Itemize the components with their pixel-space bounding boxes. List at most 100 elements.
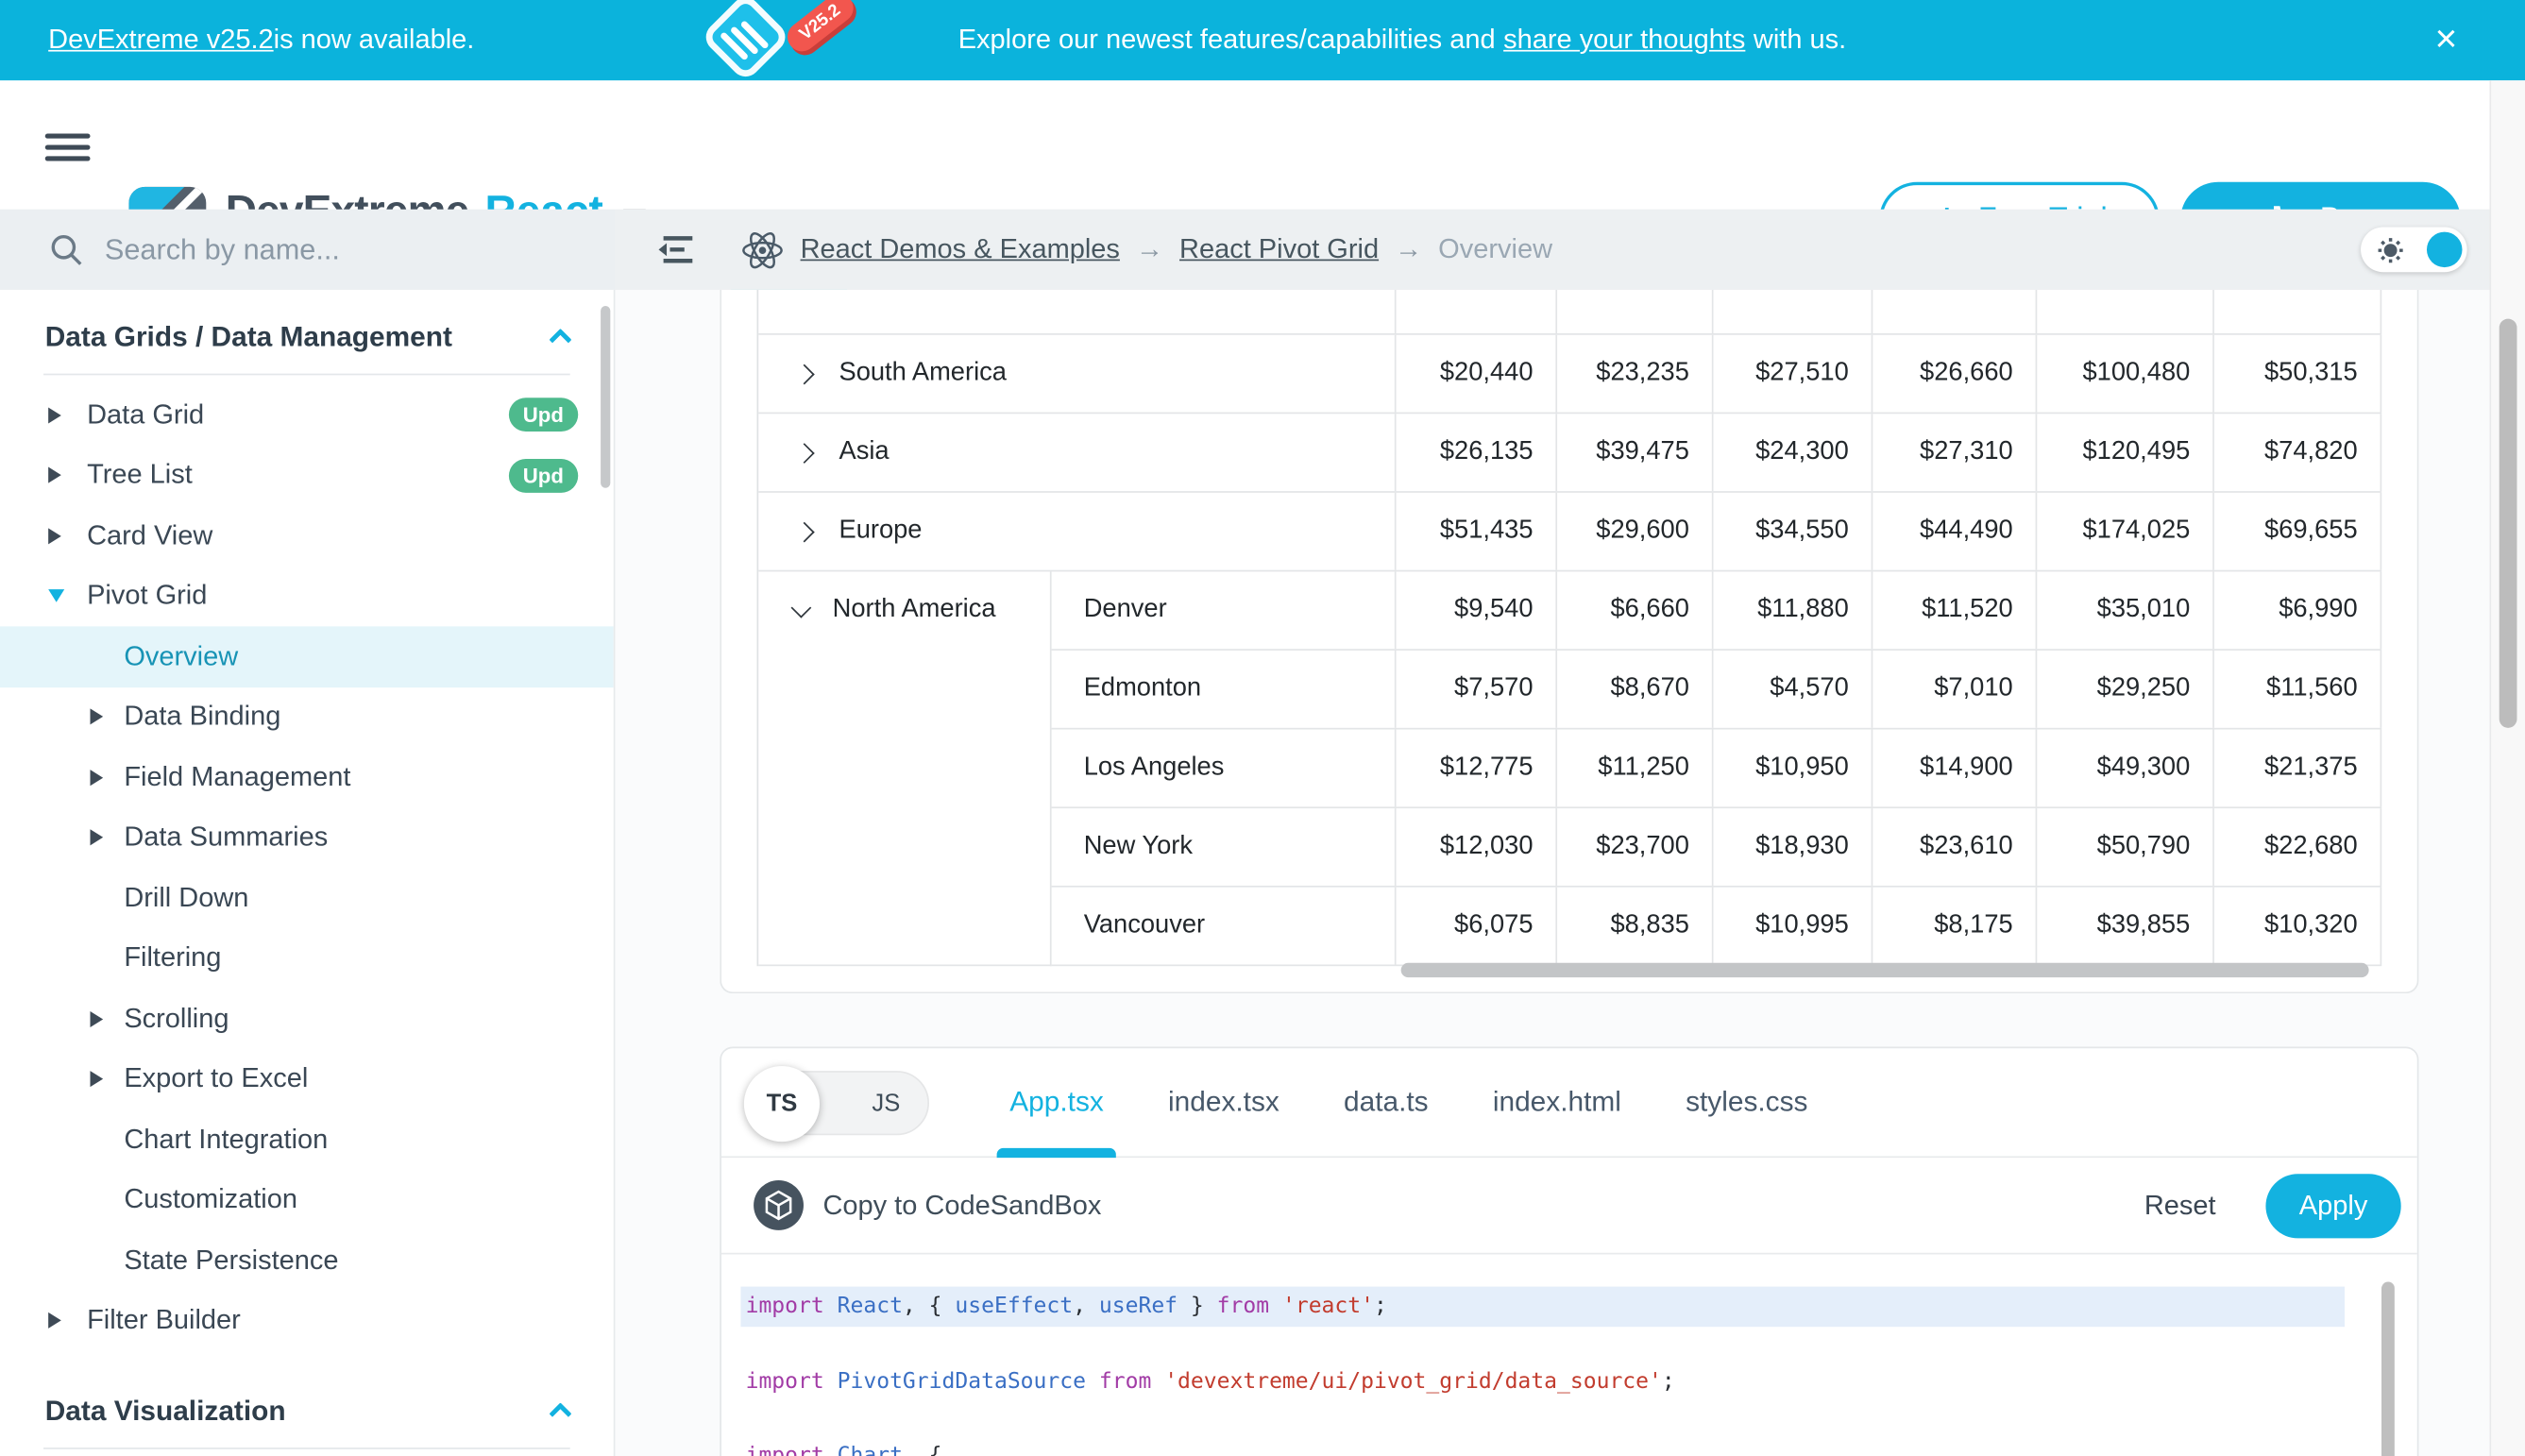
sidebar-item-data-grid[interactable]: Data GridUpd bbox=[0, 385, 614, 446]
code-editor[interactable]: import React, { useEffect, useRef } from… bbox=[721, 1254, 2417, 1456]
code-scrollbar-thumb[interactable] bbox=[2381, 1281, 2395, 1456]
code-token: from bbox=[1217, 1293, 1282, 1318]
banner-version-link[interactable]: DevExtreme v25.2 bbox=[48, 25, 273, 57]
banner-close-icon[interactable]: × bbox=[2434, 0, 2457, 80]
pivot-cell: $39,475 bbox=[1557, 414, 1713, 491]
expand-chevron-icon[interactable] bbox=[794, 442, 815, 463]
pivot-cell bbox=[758, 290, 1396, 333]
code-token: , bbox=[1073, 1293, 1099, 1318]
sidebar-item-chart-integration[interactable]: Chart Integration bbox=[0, 1109, 614, 1170]
collapse-chevron-icon[interactable] bbox=[791, 597, 812, 618]
pivot-row-los-angeles: Los Angeles$12,775$11,250$10,950$14,900$… bbox=[1052, 730, 2382, 809]
copy-to-codesandbox-button[interactable]: Copy to CodeSandBox bbox=[822, 1189, 1101, 1221]
breadcrumb-item-react-pivot-grid[interactable]: React Pivot Grid bbox=[1179, 233, 1379, 265]
codesandbox-icon[interactable] bbox=[754, 1180, 804, 1230]
language-option-ts[interactable]: TS bbox=[744, 1065, 820, 1141]
sidebar-item-tree-list[interactable]: Tree ListUpd bbox=[0, 446, 614, 506]
chevron-up-icon[interactable] bbox=[549, 1402, 571, 1425]
pivot-row-label[interactable]: Europe bbox=[758, 493, 1396, 570]
pivot-row-label[interactable]: Los Angeles bbox=[1052, 730, 1397, 807]
sidebar-item-label: Card View bbox=[87, 519, 212, 551]
sidebar-item-label: Data Summaries bbox=[124, 821, 328, 854]
pivot-cell: $74,820 bbox=[2214, 414, 2381, 491]
horizontal-scrollbar-thumb[interactable] bbox=[1401, 963, 2369, 977]
code-token: import bbox=[746, 1293, 838, 1318]
pivot-row-label[interactable]: South America bbox=[758, 335, 1396, 413]
pivot-cell: $27,310 bbox=[1873, 414, 2037, 491]
pivot-row-label[interactable]: Vancouver bbox=[1052, 888, 1397, 965]
pivot-group-cities: Denver$9,540$6,660$11,880$11,520$35,010$… bbox=[1052, 571, 2382, 966]
theme-toggle[interactable] bbox=[2361, 227, 2467, 272]
sidebar-item-pivot-grid[interactable]: Pivot Grid bbox=[0, 566, 614, 626]
pivot-row-label[interactable]: New York bbox=[1052, 808, 1397, 886]
pivot-cell bbox=[1873, 290, 2037, 333]
theme-toggle-knob[interactable] bbox=[2427, 232, 2463, 268]
sidebar-item-overview[interactable]: Overview bbox=[0, 626, 614, 686]
search-input[interactable] bbox=[105, 232, 539, 266]
sidebar-item-scrolling[interactable]: Scrolling bbox=[0, 989, 614, 1049]
share-your-thoughts-link[interactable]: share your thoughts bbox=[1503, 25, 1745, 57]
language-toggle[interactable]: TS JS bbox=[746, 1070, 929, 1134]
page-scrollbar-thumb[interactable] bbox=[2500, 319, 2517, 728]
hamburger-menu-icon[interactable] bbox=[45, 134, 91, 161]
pivot-row-new-york: New York$12,030$23,700$18,930$23,610$50,… bbox=[1052, 808, 2382, 888]
expand-chevron-icon[interactable] bbox=[794, 364, 815, 384]
code-token: React bbox=[838, 1293, 903, 1318]
region-name: Asia bbox=[839, 438, 889, 467]
apply-button[interactable]: Apply bbox=[2265, 1174, 2400, 1238]
pivot-row-partial bbox=[758, 290, 2381, 335]
file-tab-app-tsx[interactable]: App.tsx bbox=[1009, 1047, 1104, 1157]
sidebar-section-data-grids[interactable]: Data Grids / Data Management bbox=[0, 303, 614, 371]
sidebar-item-data-binding[interactable]: Data Binding bbox=[0, 686, 614, 747]
sidebar-item-card-view[interactable]: Card View bbox=[0, 505, 614, 566]
pivot-cell: $29,600 bbox=[1557, 493, 1713, 570]
chevron-up-icon[interactable] bbox=[549, 329, 571, 351]
file-tab-index-tsx[interactable]: index.tsx bbox=[1168, 1047, 1279, 1157]
triangle-right-icon bbox=[48, 407, 61, 423]
file-tab-styles-css[interactable]: styles.css bbox=[1686, 1047, 1807, 1157]
collapse-sidebar-icon[interactable] bbox=[657, 235, 696, 264]
pivot-cell: $23,610 bbox=[1873, 808, 2037, 886]
sidebar-item-label: Field Management bbox=[124, 761, 350, 793]
sidebar-item-state-persistence[interactable]: State Persistence bbox=[0, 1230, 614, 1291]
sidebar-item-filter-builder[interactable]: Filter Builder bbox=[0, 1291, 614, 1351]
language-option-js[interactable]: JS bbox=[872, 1072, 900, 1136]
pivot-cell: $4,570 bbox=[1714, 651, 1873, 728]
code-line: import Chart, { bbox=[740, 1436, 2345, 1456]
site-header: JS DevExtreme React by DevExpress DemosT… bbox=[0, 80, 2525, 209]
city-name: Los Angeles bbox=[1052, 753, 1225, 783]
file-tab-index-html[interactable]: index.html bbox=[1493, 1047, 1621, 1157]
code-token bbox=[1086, 1369, 1099, 1395]
expand-chevron-icon[interactable] bbox=[794, 521, 815, 542]
banner-logo: V25.2 bbox=[685, 5, 862, 76]
pivot-cell: $18,930 bbox=[1714, 808, 1873, 886]
sidebar-item-field-management[interactable]: Field Management bbox=[0, 747, 614, 807]
sidebar-item-export-to-excel[interactable]: Export to Excel bbox=[0, 1049, 614, 1109]
code-token: 'devextreme/ui/pivot_grid/data_source' bbox=[1164, 1369, 1662, 1395]
pivot-row-south-america: South America$20,440$23,235$27,510$26,66… bbox=[758, 335, 2381, 415]
code-token: , { bbox=[903, 1293, 955, 1318]
sidebar-item-label: Pivot Grid bbox=[87, 580, 207, 612]
pivot-row-label[interactable]: Edmonton bbox=[1052, 651, 1397, 728]
breadcrumb-item-react-demos-examples[interactable]: React Demos & Examples bbox=[801, 233, 1120, 265]
pivot-cell: $11,880 bbox=[1714, 571, 1873, 649]
pivot-group-label[interactable]: North America bbox=[758, 571, 1051, 966]
page-scrollbar[interactable] bbox=[2489, 80, 2525, 1456]
sidebar-section-data-visualization[interactable]: Data Visualization bbox=[0, 1377, 614, 1445]
file-tab-data-ts[interactable]: data.ts bbox=[1344, 1047, 1429, 1157]
code-line: import React, { useEffect, useRef } from… bbox=[740, 1287, 2345, 1328]
pivot-row-label[interactable]: Denver bbox=[1052, 571, 1397, 649]
reset-button[interactable]: Reset bbox=[2144, 1189, 2216, 1221]
pivot-grid-table: South America$20,440$23,235$27,510$26,66… bbox=[757, 290, 2382, 966]
sidebar-item-data-summaries[interactable]: Data Summaries bbox=[0, 807, 614, 868]
sidebar-item-customization[interactable]: Customization bbox=[0, 1170, 614, 1230]
pivot-cell: $29,250 bbox=[2037, 651, 2214, 728]
sidebar-item-drill-down[interactable]: Drill Down bbox=[0, 868, 614, 928]
pivot-cell: $174,025 bbox=[2037, 493, 2214, 570]
pivot-cell: $39,855 bbox=[2037, 888, 2214, 965]
sidebar-search[interactable] bbox=[0, 210, 615, 290]
sidebar-item-filtering[interactable]: Filtering bbox=[0, 928, 614, 989]
sidebar-scrollbar-thumb[interactable] bbox=[601, 306, 610, 488]
pivot-row-label[interactable]: Asia bbox=[758, 414, 1396, 491]
triangle-right-icon bbox=[91, 1071, 104, 1087]
